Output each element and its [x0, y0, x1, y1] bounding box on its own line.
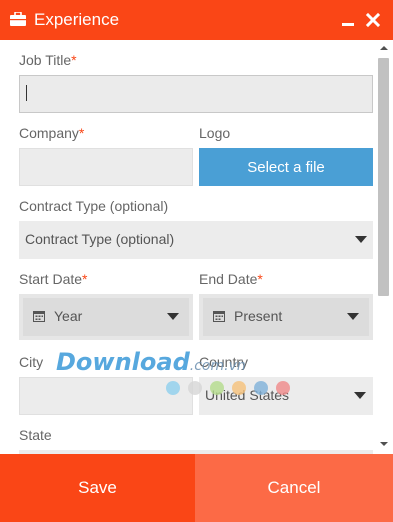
company-input[interactable]	[19, 148, 193, 186]
watermark-suffix: .com.vn	[189, 358, 246, 374]
logo-label: Logo	[199, 125, 231, 141]
contract-type-value: Contract Type (optional)	[25, 231, 175, 247]
job-title-label-text: Job Title	[19, 52, 72, 68]
watermark-text: Download	[56, 348, 190, 376]
window-title: Experience	[34, 10, 120, 29]
end-date-select[interactable]: Present	[199, 294, 373, 340]
required-mark: *	[257, 271, 263, 287]
chevron-down-icon	[354, 392, 366, 399]
start-date-value: Year	[54, 308, 83, 324]
start-date-inner: Year	[23, 298, 189, 336]
close-icon[interactable]	[365, 12, 381, 28]
start-date-label: Start Date*	[19, 271, 87, 287]
scrollbar-thumb[interactable]	[378, 58, 389, 296]
end-date-label: End Date*	[199, 271, 263, 287]
briefcase-icon	[10, 12, 26, 26]
required-mark: *	[71, 52, 77, 68]
contract-type-select[interactable]: Contract Type (optional)	[19, 221, 373, 259]
job-title-input[interactable]	[19, 75, 373, 113]
cancel-button[interactable]: Cancel	[195, 454, 393, 522]
city-label: City	[19, 354, 44, 370]
contract-type-label: Contract Type (optional)	[19, 198, 169, 214]
job-title-label: Job Title*	[19, 52, 77, 68]
end-date-label-text: End Date	[199, 271, 258, 287]
scroll-down-arrow-icon[interactable]	[379, 440, 389, 448]
calendar-icon	[33, 311, 45, 322]
watermark-dots	[166, 381, 290, 395]
end-date-inner: Present	[203, 298, 369, 336]
start-date-label-text: Start Date	[19, 271, 83, 287]
required-mark: *	[78, 125, 85, 141]
minimize-icon[interactable]	[340, 12, 356, 28]
select-file-button[interactable]: Select a file	[199, 148, 373, 186]
calendar-icon	[213, 311, 225, 322]
chevron-down-icon	[355, 236, 367, 243]
chevron-down-icon	[347, 313, 359, 320]
footer-actions: Save Cancel	[0, 454, 393, 522]
title-bar: Experience	[0, 0, 393, 40]
end-date-value: Present	[234, 308, 283, 324]
chevron-down-icon	[167, 313, 179, 320]
state-label: State	[19, 427, 52, 443]
text-caret	[26, 85, 27, 101]
company-label: Company*	[19, 125, 84, 141]
scroll-up-arrow-icon[interactable]	[379, 44, 389, 52]
required-mark: *	[82, 271, 88, 287]
save-button[interactable]: Save	[0, 454, 195, 522]
watermark-logo: Download.com.vn	[56, 348, 246, 376]
start-date-select[interactable]: Year	[19, 294, 193, 340]
company-label-text: Company	[19, 125, 79, 141]
